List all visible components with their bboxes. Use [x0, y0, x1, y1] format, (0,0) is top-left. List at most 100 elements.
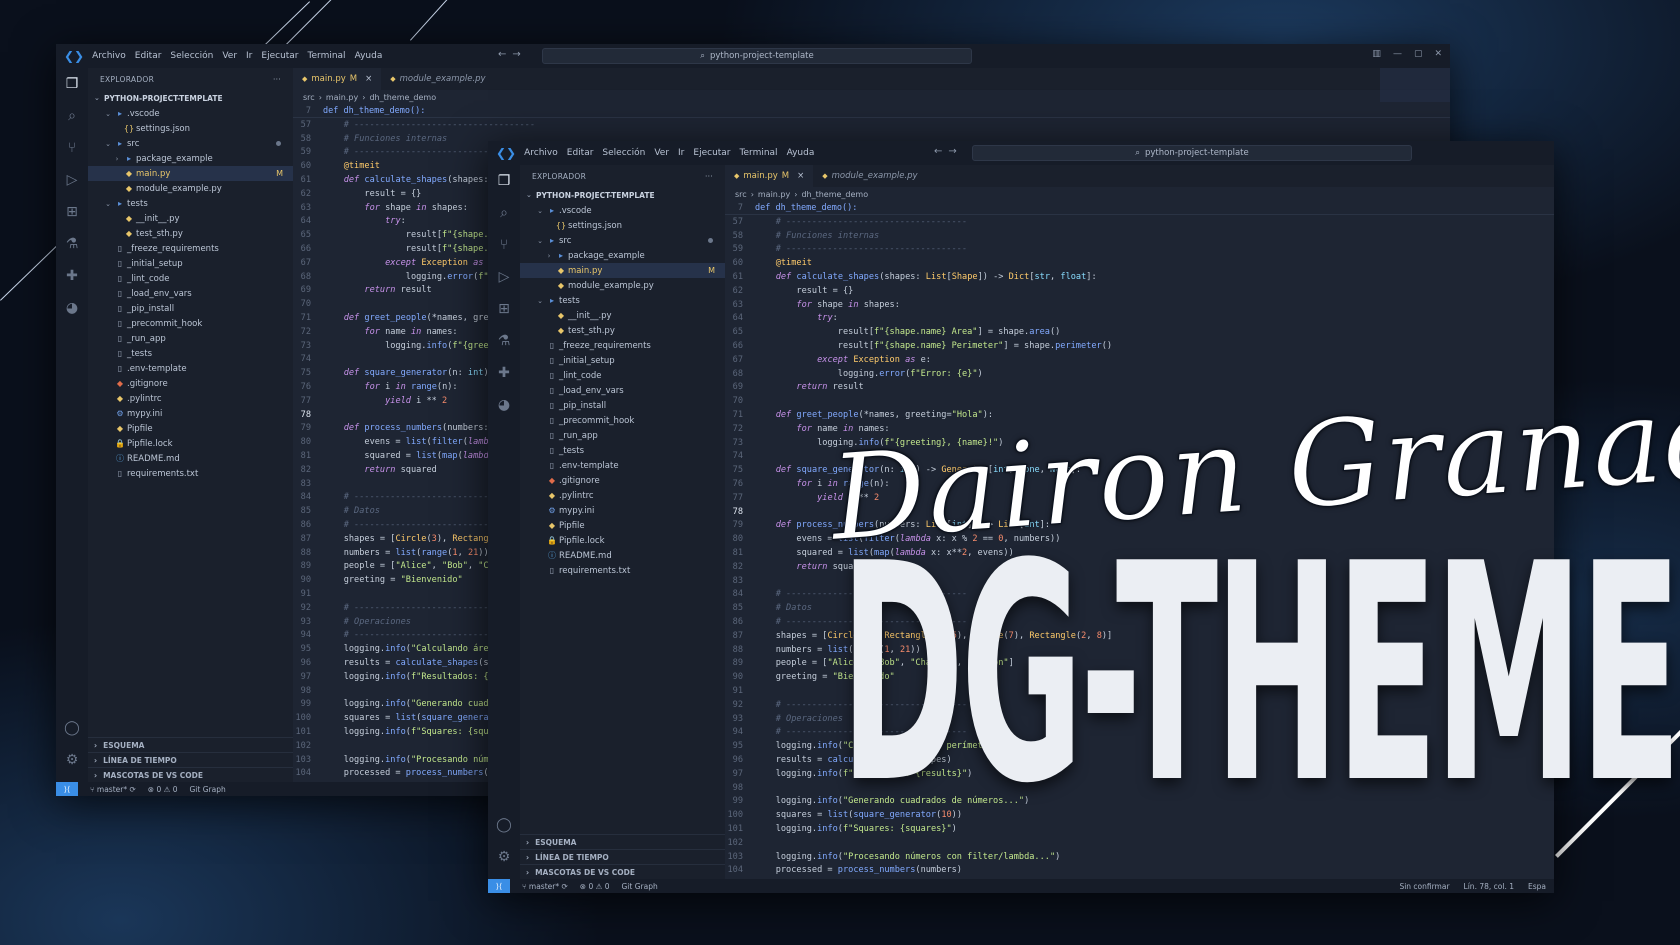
breadcrumb-item[interactable]: src — [303, 93, 315, 102]
tree-item[interactable]: ▯ .env-template — [520, 458, 725, 473]
breadcrumb-item[interactable]: main.py — [326, 93, 358, 102]
tree-item[interactable]: ◆ test_sth.py — [88, 226, 293, 241]
more-actions-icon[interactable]: ··· — [273, 75, 281, 84]
git-graph-button[interactable]: Git Graph — [190, 785, 226, 794]
menu-item[interactable]: Editar — [567, 148, 594, 158]
tree-item[interactable]: ◆ module_example.py — [88, 181, 293, 196]
problems-indicator[interactable]: ⊗ 0 ⚠ 0 — [580, 882, 610, 891]
remote-indicator-icon[interactable]: ⟩⟨ — [488, 879, 510, 893]
command-search[interactable]: ⌕ python-project-template — [972, 145, 1412, 161]
tree-item[interactable]: ▯ _tests — [520, 443, 725, 458]
menu-item[interactable]: Editar — [135, 51, 162, 61]
tree-item[interactable]: ▯ _precommit_hook — [88, 316, 293, 331]
tree-item[interactable]: ▯ _load_env_vars — [88, 286, 293, 301]
tree-item[interactable]: ◆ .gitignore — [88, 376, 293, 391]
breadcrumb-item[interactable]: dh_theme_demo — [801, 190, 868, 199]
menu-item[interactable]: Ver — [654, 148, 669, 158]
menu-item[interactable]: Archivo — [92, 51, 126, 61]
project-root[interactable]: ⌄ PYTHON-PROJECT-TEMPLATE — [520, 187, 725, 203]
tree-item[interactable]: ▯ _run_app — [520, 428, 725, 443]
menu-item[interactable]: Terminal — [740, 148, 778, 158]
menu-item[interactable]: Archivo — [524, 148, 558, 158]
nav-arrows-icon[interactable]: ←→ — [934, 146, 963, 157]
tree-item[interactable]: ◆ Pipfile — [520, 518, 725, 533]
tree-item[interactable]: 🔒 Pipfile.lock — [520, 533, 725, 548]
tree-item[interactable]: ⌄ ▸ .vscode — [520, 203, 725, 218]
menu-item[interactable]: Terminal — [308, 51, 346, 61]
tree-item[interactable]: ⌄ ▸ .vscode — [88, 106, 293, 121]
tree-item[interactable]: {} settings.json — [520, 218, 725, 233]
search-icon[interactable]: ⌕ — [488, 197, 520, 229]
tree-item[interactable]: › ▸ package_example — [88, 151, 293, 166]
tree-item[interactable]: ◆ module_example.py — [520, 278, 725, 293]
tree-item[interactable]: ⌄ ▸ tests — [88, 196, 293, 211]
menu-item[interactable]: Ayuda — [355, 51, 383, 61]
tree-item[interactable]: ◆ __init__.py — [88, 211, 293, 226]
panel-section[interactable]: › MASCOTAS DE VS CODE — [88, 767, 293, 782]
panel-section[interactable]: › LÍNEA DE TIEMPO — [88, 752, 293, 767]
tree-item[interactable]: ◆ .pylintrc — [520, 488, 725, 503]
tree-item[interactable]: ▯ _run_app — [88, 331, 293, 346]
panel-section[interactable]: › LÍNEA DE TIEMPO — [520, 849, 725, 864]
tree-item[interactable]: ⓘ README.md — [88, 451, 293, 466]
extensions-icon[interactable]: ⊞ — [488, 293, 520, 325]
tree-item[interactable]: ▯ _freeze_requirements — [520, 338, 725, 353]
git-graph-icon[interactable]: ◕ — [488, 389, 520, 421]
git-graph-icon[interactable]: ◕ — [56, 292, 88, 324]
sticky-scroll-line[interactable]: 7 def dh_theme_demo(): — [725, 201, 1554, 215]
panel-section[interactable]: › ESQUEMA — [88, 737, 293, 752]
tree-item[interactable]: ▯ _lint_code — [520, 368, 725, 383]
tree-item[interactable]: › ▸ package_example — [520, 248, 725, 263]
tab-module_example-py[interactable]: ◆ module_example.py — [813, 165, 926, 187]
panel-section[interactable]: › ESQUEMA — [520, 834, 725, 849]
tree-item[interactable]: ◆ main.py M — [88, 166, 293, 181]
sync-icon[interactable]: ⟳ — [129, 785, 135, 794]
tree-item[interactable]: ▯ _pip_install — [520, 398, 725, 413]
tree-item[interactable]: ▯ _precommit_hook — [520, 413, 725, 428]
tree-item[interactable]: ▯ _initial_setup — [88, 256, 293, 271]
nav-arrows-icon[interactable]: ←→ — [498, 49, 527, 60]
tree-item[interactable]: ⓘ README.md — [520, 548, 725, 563]
indentation-indicator[interactable]: Espa — [1528, 882, 1546, 891]
tree-item[interactable]: ⚙ mypy.ini — [88, 406, 293, 421]
git-graph-button[interactable]: Git Graph — [622, 882, 658, 891]
search-icon[interactable]: ⌕ — [56, 100, 88, 132]
panel-section[interactable]: › MASCOTAS DE VS CODE — [520, 864, 725, 879]
tree-item[interactable]: ◆ .pylintrc — [88, 391, 293, 406]
tree-item[interactable]: ⌄ ▸ tests — [520, 293, 725, 308]
tree-item[interactable]: ▯ requirements.txt — [520, 563, 725, 578]
settings-gear-icon[interactable]: ⚙ — [56, 744, 88, 776]
run-debug-icon[interactable]: ▷ — [488, 261, 520, 293]
source-control-icon[interactable]: ⑂ — [56, 132, 88, 164]
more-actions-icon[interactable]: ··· — [705, 172, 713, 181]
branch-indicator[interactable]: ⑂ master* ⟳ — [90, 785, 136, 794]
tree-item[interactable]: ▯ requirements.txt — [88, 466, 293, 481]
tab-main-py[interactable]: ◆ main.py M × — [725, 165, 814, 187]
tree-item[interactable]: ▯ _initial_setup — [520, 353, 725, 368]
extensions-icon[interactable]: ⊞ — [56, 196, 88, 228]
run-debug-icon[interactable]: ▷ — [56, 164, 88, 196]
python-icon[interactable]: ✚ — [488, 357, 520, 389]
minimize-icon[interactable]: — — [1393, 49, 1402, 59]
files-icon[interactable]: ❐ — [56, 68, 88, 100]
tab-main-py[interactable]: ◆ main.py M × — [293, 68, 382, 90]
tree-item[interactable]: ◆ .gitignore — [520, 473, 725, 488]
menu-item[interactable]: Selección — [602, 148, 645, 158]
remote-indicator-icon[interactable]: ⟩⟨ — [56, 782, 78, 796]
tree-item[interactable]: ▯ _pip_install — [88, 301, 293, 316]
maximize-icon[interactable]: ▢ — [1414, 49, 1423, 59]
breadcrumb-item[interactable]: src — [735, 190, 747, 199]
tree-item[interactable]: 🔒 Pipfile.lock — [88, 436, 293, 451]
menu-item[interactable]: Ayuda — [787, 148, 815, 158]
branch-indicator[interactable]: ⑂ master* ⟳ — [522, 882, 568, 891]
tree-item[interactable]: ◆ __init__.py — [520, 308, 725, 323]
settings-gear-icon[interactable]: ⚙ — [488, 841, 520, 873]
source-control-icon[interactable]: ⑂ — [488, 229, 520, 261]
menu-item[interactable]: Ejecutar — [693, 148, 730, 158]
account-icon[interactable]: ◯ — [488, 809, 520, 841]
tree-item[interactable]: ◆ Pipfile — [88, 421, 293, 436]
python-icon[interactable]: ✚ — [56, 260, 88, 292]
menu-item[interactable]: Ver — [222, 51, 237, 61]
tree-item[interactable]: ▯ _lint_code — [88, 271, 293, 286]
menu-item[interactable]: Ejecutar — [261, 51, 298, 61]
